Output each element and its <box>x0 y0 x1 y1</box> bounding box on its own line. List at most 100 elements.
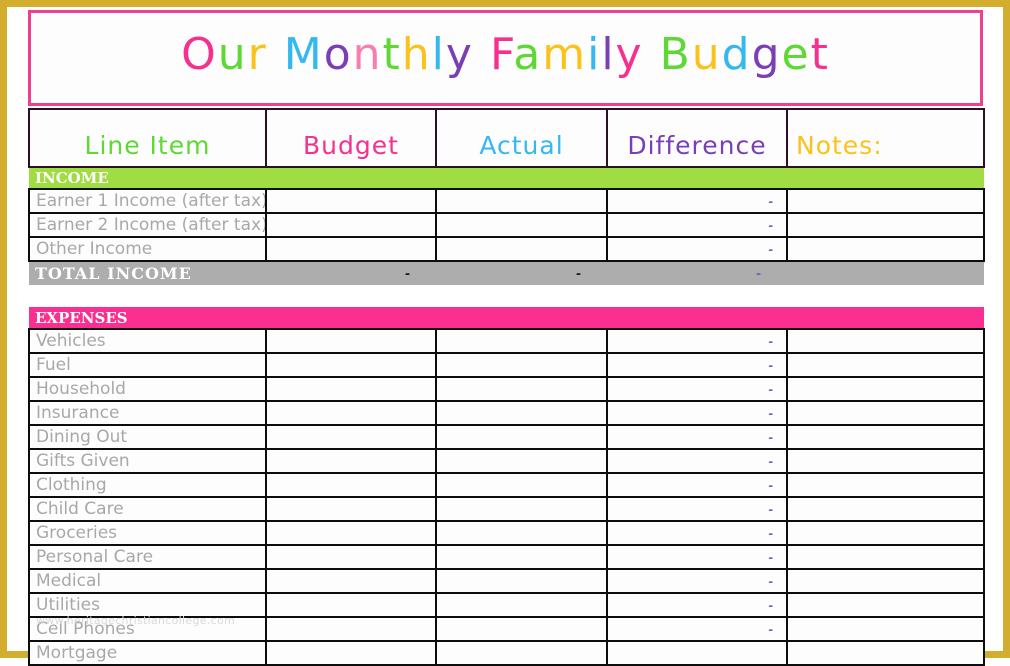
row-label: Insurance <box>28 400 267 426</box>
notes-cell[interactable] <box>786 376 985 402</box>
notes-cell[interactable] <box>786 496 985 522</box>
budget-cell[interactable] <box>265 188 437 214</box>
table-row: Mortgage <box>28 640 985 666</box>
table-row: Gifts Given - <box>28 448 985 474</box>
notes-cell[interactable] <box>786 520 985 546</box>
notes-cell[interactable] <box>786 188 985 214</box>
budget-cell[interactable] <box>265 424 437 450</box>
title-letter: l <box>601 29 616 80</box>
row-label: Dining Out <box>28 424 267 450</box>
notes-cell[interactable] <box>786 544 985 570</box>
row-label: Clothing <box>28 472 267 498</box>
section-banner-label-expenses: EXPENSES <box>29 307 984 329</box>
column-header-difference: Difference <box>606 108 788 168</box>
title-letter: g <box>751 29 782 80</box>
budget-cell[interactable] <box>265 448 437 474</box>
budget-cell[interactable] <box>265 544 437 570</box>
actual-cell[interactable] <box>435 400 608 426</box>
actual-cell[interactable] <box>435 496 608 522</box>
title-letter: t <box>382 29 402 80</box>
row-label: Utilities <box>28 592 267 618</box>
notes-cell[interactable] <box>786 616 985 642</box>
difference-cell: - <box>606 328 788 354</box>
notes-cell[interactable] <box>786 568 985 594</box>
difference-cell: - <box>606 352 788 378</box>
budget-cell[interactable] <box>265 472 437 498</box>
actual-cell[interactable] <box>435 448 608 474</box>
column-header-notes: Notes: <box>786 108 985 168</box>
row-label: Earner 2 Income (after tax) <box>28 212 267 238</box>
budget-cell[interactable] <box>265 640 437 666</box>
table-row: Clothing - <box>28 472 985 498</box>
difference-cell: - <box>606 400 788 426</box>
title-letter: M <box>283 29 324 80</box>
title-letter: n <box>352 29 383 80</box>
row-label: Cell Phones <box>28 616 267 642</box>
total-budget: - <box>266 261 436 285</box>
actual-cell[interactable] <box>435 568 608 594</box>
actual-cell[interactable] <box>435 472 608 498</box>
difference-cell: - <box>606 592 788 618</box>
title-letter: O <box>181 29 218 80</box>
actual-cell[interactable] <box>435 236 608 262</box>
table-row: Household - <box>28 376 985 402</box>
actual-cell[interactable] <box>435 640 608 666</box>
table-row: Utilities - <box>28 592 985 618</box>
budget-cell[interactable] <box>265 376 437 402</box>
total-label: TOTAL INCOME <box>29 261 266 285</box>
title-letter <box>474 29 490 80</box>
difference-cell: - <box>606 236 788 262</box>
notes-cell[interactable] <box>786 472 985 498</box>
total-actual: - <box>436 261 607 285</box>
actual-cell[interactable] <box>435 328 608 354</box>
title-letter: o <box>323 29 353 80</box>
budget-cell[interactable] <box>265 520 437 546</box>
row-label: Other Income <box>28 236 267 262</box>
budget-cell[interactable] <box>265 616 437 642</box>
actual-cell[interactable] <box>435 212 608 238</box>
actual-cell[interactable] <box>435 544 608 570</box>
difference-cell: - <box>606 544 788 570</box>
table-row: Child Care - <box>28 496 985 522</box>
notes-cell[interactable] <box>786 328 985 354</box>
difference-cell: - <box>606 472 788 498</box>
budget-cell[interactable] <box>265 592 437 618</box>
column-header-actual: Actual <box>435 108 608 168</box>
budget-cell[interactable] <box>265 496 437 522</box>
notes-cell[interactable] <box>786 592 985 618</box>
row-label: Mortgage <box>28 640 267 666</box>
notes-cell[interactable] <box>786 640 985 666</box>
budget-cell[interactable] <box>265 212 437 238</box>
budget-cell[interactable] <box>265 352 437 378</box>
section-banner-expenses: EXPENSES <box>29 307 984 329</box>
table-row: Cell Phones - <box>28 616 985 642</box>
actual-cell[interactable] <box>435 616 608 642</box>
notes-cell[interactable] <box>786 424 985 450</box>
difference-cell <box>606 640 788 666</box>
budget-cell[interactable] <box>265 400 437 426</box>
budget-cell[interactable] <box>265 328 437 354</box>
notes-cell[interactable] <box>786 212 985 238</box>
row-label: Gifts Given <box>28 448 267 474</box>
actual-cell[interactable] <box>435 376 608 402</box>
difference-cell: - <box>606 424 788 450</box>
table-row: Vehicles - <box>28 328 985 354</box>
notes-cell[interactable] <box>786 236 985 262</box>
title-letter <box>644 29 660 80</box>
difference-cell: - <box>606 568 788 594</box>
budget-cell[interactable] <box>265 236 437 262</box>
actual-cell[interactable] <box>435 424 608 450</box>
actual-cell[interactable] <box>435 188 608 214</box>
actual-cell[interactable] <box>435 352 608 378</box>
row-label: Child Care <box>28 496 267 522</box>
actual-cell[interactable] <box>435 520 608 546</box>
notes-cell[interactable] <box>786 400 985 426</box>
section-banner-label-income: INCOME <box>29 167 984 189</box>
table-row: Groceries - <box>28 520 985 546</box>
notes-cell[interactable] <box>786 448 985 474</box>
actual-cell[interactable] <box>435 592 608 618</box>
total-notes <box>787 261 984 285</box>
title-letter <box>268 29 284 80</box>
notes-cell[interactable] <box>786 352 985 378</box>
budget-cell[interactable] <box>265 568 437 594</box>
